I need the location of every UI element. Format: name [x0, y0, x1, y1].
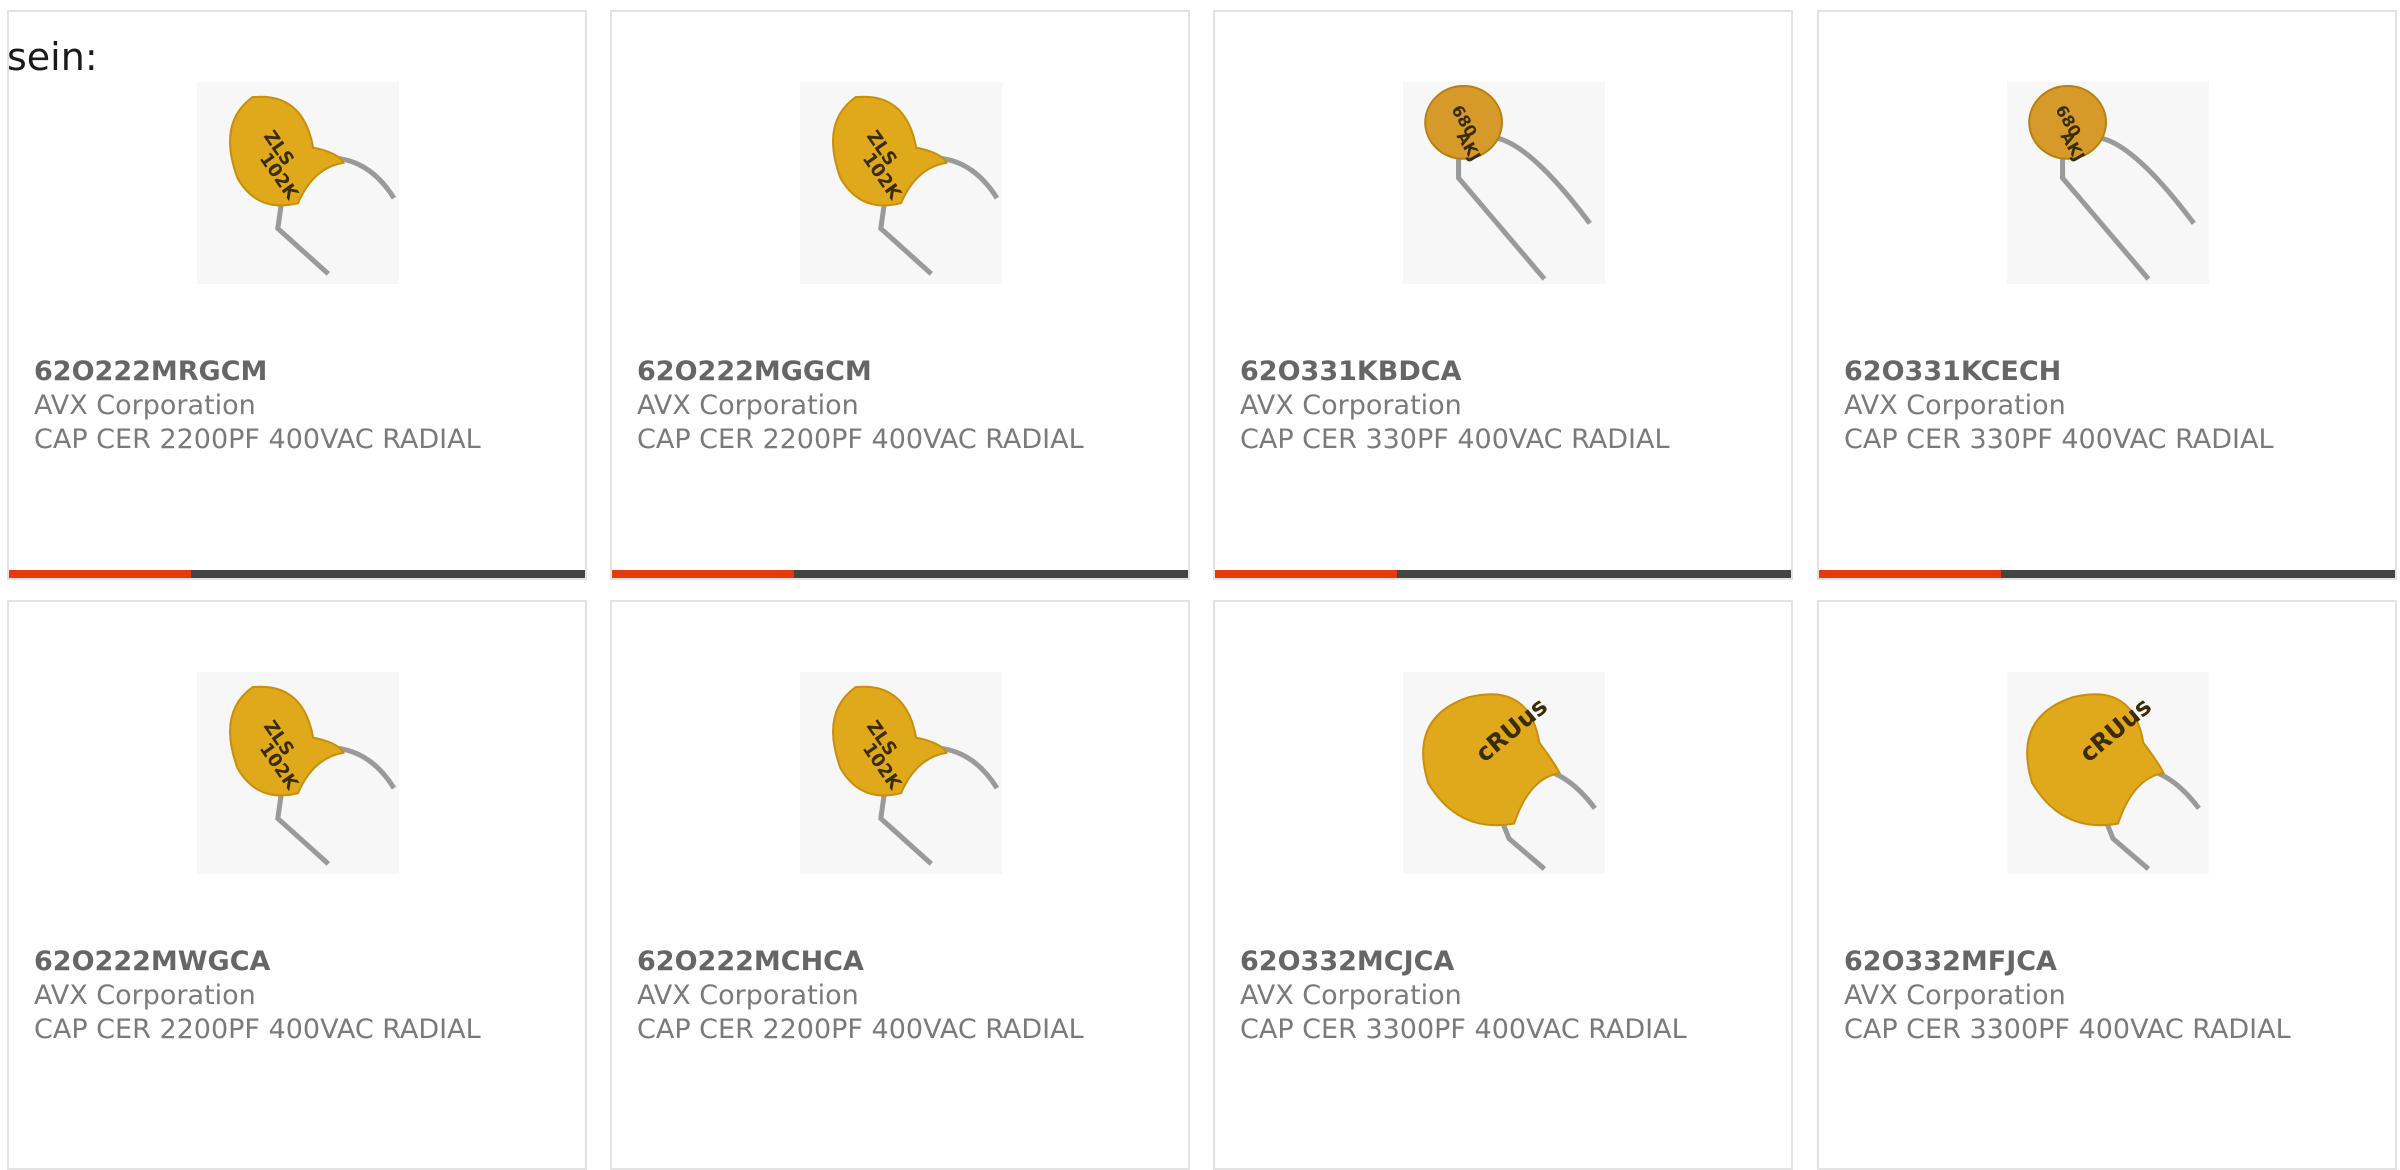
part-number-link[interactable]: 62O222MWGCA — [34, 945, 575, 979]
part-number-link[interactable]: 62O222MRGCM — [34, 355, 575, 389]
card-accent-segment — [612, 570, 794, 578]
capacitor-teardrop-icon[interactable]: ZLS 102K — [197, 82, 399, 284]
part-number-link[interactable]: 62O332MCJCA — [1240, 945, 1781, 979]
manufacturer-name: AVX Corporation — [1844, 980, 2066, 1011]
product-description: CAP CER 2200PF 400VAC RADIAL — [34, 424, 481, 455]
manufacturer-name: AVX Corporation — [637, 390, 859, 421]
product-description: CAP CER 2200PF 400VAC RADIAL — [637, 424, 1084, 455]
product-description: CAP CER 330PF 400VAC RADIAL — [1240, 424, 1670, 455]
manufacturer-name: AVX Corporation — [1844, 390, 2066, 421]
part-number-link[interactable]: 62O332MFJCA — [1844, 945, 2385, 979]
product-card[interactable]: ZLS 102K 62O222MWGCA AVX Corporation CAP… — [7, 600, 587, 1170]
part-number-link[interactable]: 62O331KBDCA — [1240, 355, 1781, 389]
product-description: CAP CER 330PF 400VAC RADIAL — [1844, 424, 2274, 455]
capacitor-disc-icon[interactable]: 680 AKJ — [1403, 82, 1605, 284]
card-accent-segment — [1215, 570, 1397, 578]
manufacturer-name: AVX Corporation — [34, 980, 256, 1011]
manufacturer-name: AVX Corporation — [1240, 980, 1462, 1011]
part-number-link[interactable]: 62O222MGGCM — [637, 355, 1178, 389]
capacitor-teardrop-icon[interactable]: ZLS 102K — [800, 672, 1002, 874]
product-card[interactable]: ZLS 102K 62O222MRGCM AVX Corporation CAP… — [7, 10, 587, 580]
product-description: CAP CER 2200PF 400VAC RADIAL — [34, 1014, 481, 1045]
product-card[interactable]: ZLS 102K 62O222MCHCA AVX Corporation CAP… — [610, 600, 1190, 1170]
part-number-link[interactable]: 62O222MCHCA — [637, 945, 1178, 979]
manufacturer-name: AVX Corporation — [1240, 390, 1462, 421]
capacitor-large-icon[interactable]: cRUus — [2007, 672, 2209, 874]
capacitor-teardrop-icon[interactable]: ZLS 102K — [800, 82, 1002, 284]
manufacturer-name: AVX Corporation — [637, 980, 859, 1011]
product-description: CAP CER 3300PF 400VAC RADIAL — [1844, 1014, 2291, 1045]
card-accent-bar — [612, 570, 1188, 578]
product-card[interactable]: 680 AKJ 62O331KBDCA AVX Corporation CAP … — [1213, 10, 1793, 580]
capacitor-large-icon[interactable]: cRUus — [1403, 672, 1605, 874]
card-accent-segment — [9, 570, 191, 578]
card-accent-bar — [9, 570, 585, 578]
product-card[interactable]: ZLS 102K 62O222MGGCM AVX Corporation CAP… — [610, 10, 1190, 580]
card-accent-segment — [1819, 570, 2001, 578]
intro-text: sein: — [7, 35, 98, 79]
capacitor-disc-icon[interactable]: 680 AKJ — [2007, 82, 2209, 284]
capacitor-teardrop-icon[interactable]: ZLS 102K — [197, 672, 399, 874]
card-accent-bar — [1215, 570, 1791, 578]
manufacturer-name: AVX Corporation — [34, 390, 256, 421]
card-accent-bar — [1819, 570, 2395, 578]
product-card[interactable]: cRUus 62O332MFJCA AVX Corporation CAP CE… — [1817, 600, 2397, 1170]
product-description: CAP CER 3300PF 400VAC RADIAL — [1240, 1014, 1687, 1045]
part-number-link[interactable]: 62O331KCECH — [1844, 355, 2385, 389]
product-card[interactable]: cRUus 62O332MCJCA AVX Corporation CAP CE… — [1213, 600, 1793, 1170]
product-description: CAP CER 2200PF 400VAC RADIAL — [637, 1014, 1084, 1045]
product-card[interactable]: 680 AKJ 62O331KCECH AVX Corporation CAP … — [1817, 10, 2397, 580]
